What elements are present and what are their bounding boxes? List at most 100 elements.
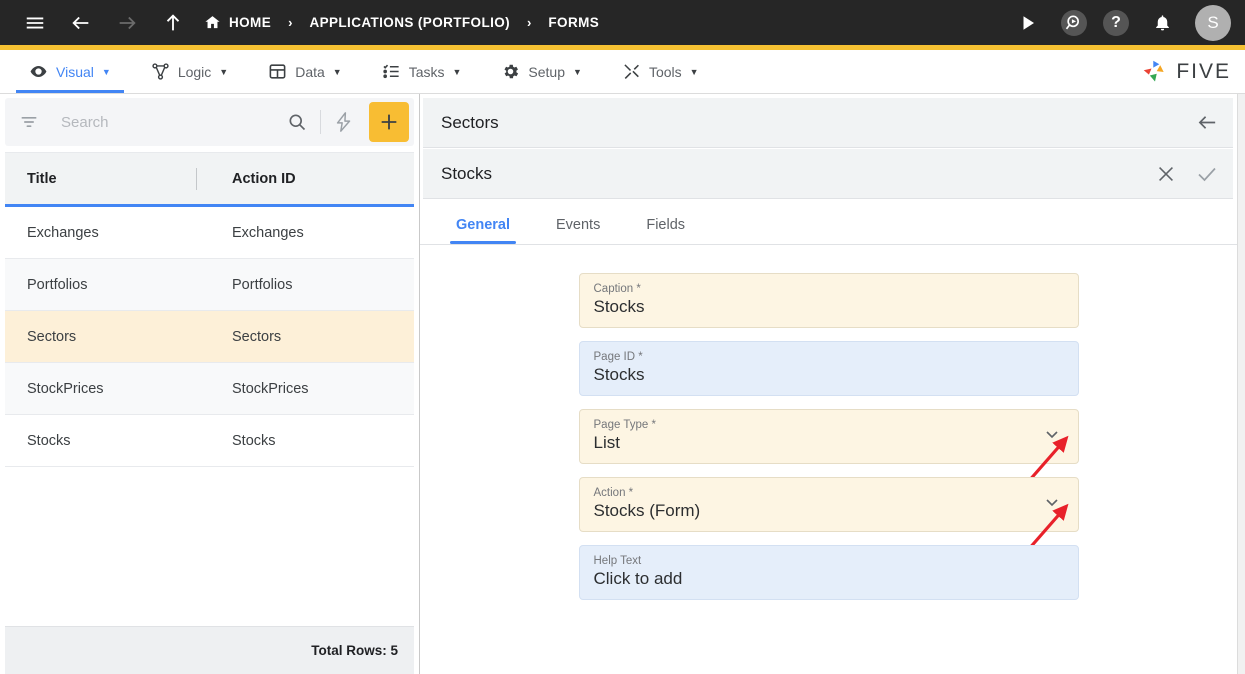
breadcrumb-item-applications[interactable]: APPLICATIONS (PORTFOLIO) bbox=[309, 15, 510, 30]
add-button[interactable] bbox=[369, 102, 409, 142]
breadcrumb-item-home[interactable]: HOME bbox=[204, 14, 271, 31]
form-field-caption[interactable]: Caption * Stocks bbox=[578, 273, 1079, 328]
top-navigation-bar: HOME › APPLICATIONS (PORTFOLIO) › FORMS … bbox=[0, 0, 1245, 45]
panel-header-actions bbox=[1196, 111, 1219, 134]
cell-action-id: Sectors bbox=[232, 328, 282, 345]
field-value: Click to add bbox=[593, 569, 683, 588]
general-form: Caption * Stocks Page ID * Stocks Page Type … bbox=[420, 245, 1237, 674]
nodes-icon bbox=[151, 62, 170, 81]
tab-fields[interactable]: Fields bbox=[640, 217, 691, 244]
records-table: Title Action ID Exchanges Exchanges Portfo… bbox=[5, 152, 414, 674]
column-header-title[interactable]: Title bbox=[5, 171, 210, 187]
field-label: Action * bbox=[593, 487, 634, 499]
detail-tabs: General Events Fields bbox=[420, 199, 1237, 245]
menu-item-visual[interactable]: Visual ▼ bbox=[16, 50, 124, 93]
tab-events[interactable]: Events bbox=[550, 217, 606, 244]
home-icon bbox=[204, 14, 221, 31]
breadcrumb-item-forms[interactable]: FORMS bbox=[548, 15, 599, 30]
chevron-down-icon[interactable] bbox=[1042, 492, 1062, 517]
form-field-pagetype[interactable]: Page Type * List bbox=[578, 409, 1079, 484]
cell-action-id: Portfolios bbox=[232, 276, 293, 293]
breadcrumb-label-applications: APPLICATIONS (PORTFOLIO) bbox=[309, 15, 511, 30]
checklist-icon bbox=[382, 62, 401, 81]
search-play-icon[interactable] bbox=[1061, 9, 1087, 36]
bell-icon[interactable] bbox=[1145, 6, 1179, 40]
back-arrow-icon-panel[interactable] bbox=[1196, 111, 1219, 134]
menu-item-setup[interactable]: Setup ▼ bbox=[488, 50, 595, 93]
forward-arrow-icon[interactable] bbox=[110, 6, 144, 40]
menu-item-logic[interactable]: Logic ▼ bbox=[138, 50, 241, 93]
eye-icon bbox=[29, 62, 48, 81]
menu-label-setup: Setup bbox=[528, 63, 566, 80]
chevron-down-icon-logic: ▼ bbox=[219, 66, 229, 77]
cell-action-id: StockPrices bbox=[232, 380, 309, 397]
table-row[interactable]: Portfolios Portfolios bbox=[5, 259, 414, 311]
record-header-actions bbox=[1155, 162, 1219, 186]
chevron-down-icon-setup: ▼ bbox=[573, 66, 582, 77]
tab-general[interactable]: General bbox=[450, 217, 516, 244]
vertical-scrollbar[interactable] bbox=[1237, 94, 1245, 674]
five-logo: FIVE bbox=[1141, 50, 1245, 93]
chevron-down-icon-data: ▼ bbox=[332, 66, 342, 77]
panel-parent-title: Sectors bbox=[441, 112, 499, 132]
hamburger-menu-icon[interactable] bbox=[18, 6, 52, 40]
up-arrow-icon[interactable] bbox=[156, 6, 190, 40]
field-value: Stocks (Form) bbox=[593, 501, 701, 520]
five-logo-mark bbox=[1144, 60, 1164, 82]
search-icon[interactable] bbox=[278, 112, 316, 132]
form-field-action[interactable]: Action * Stocks (Form) bbox=[578, 477, 1079, 552]
field-value: List bbox=[593, 433, 620, 452]
breadcrumb: HOME › APPLICATIONS (PORTFOLIO) › FORMS bbox=[204, 14, 599, 31]
cell-title: Exchanges bbox=[27, 224, 99, 241]
filter-icon[interactable] bbox=[19, 112, 39, 132]
table-body: Exchanges Exchanges Portfolios Portfolios Se… bbox=[5, 207, 414, 626]
menu-item-tasks[interactable]: Tasks ▼ bbox=[369, 50, 475, 93]
menu-item-tools[interactable]: Tools ▼ bbox=[609, 50, 712, 93]
application-menu-bar: Visual ▼ Logic ▼ Data ▼ Tasks ▼ Setup ▼ … bbox=[0, 50, 1245, 94]
menu-label-logic: Logic bbox=[177, 63, 212, 80]
main-content: Title Action ID Exchanges Exchanges Portfo… bbox=[0, 94, 1245, 674]
search-input[interactable] bbox=[61, 113, 278, 131]
breadcrumb-separator-2: › bbox=[527, 15, 532, 30]
cell-title: Stocks bbox=[27, 432, 71, 449]
avatar[interactable]: S bbox=[1195, 4, 1231, 41]
tools-icon bbox=[622, 62, 641, 81]
cell-title: StockPrices bbox=[27, 380, 104, 397]
cell-title: Portfolios bbox=[27, 276, 88, 293]
form-field-pageid[interactable]: Page ID * Stocks bbox=[578, 341, 1079, 396]
avatar-initial: S bbox=[1207, 12, 1219, 32]
table-row[interactable]: Sectors Sectors bbox=[5, 311, 414, 363]
field-label: Page Type * bbox=[593, 419, 656, 431]
table-footer: Total Rows: 5 bbox=[5, 626, 414, 674]
topbar-actions: ? S bbox=[1011, 4, 1231, 41]
play-icon[interactable] bbox=[1011, 6, 1045, 40]
menu-item-data[interactable]: Data ▼ bbox=[255, 50, 355, 93]
chevron-down-icon-tasks: ▼ bbox=[452, 66, 462, 77]
checkmark-icon[interactable] bbox=[1195, 162, 1219, 186]
field-label: Help Text bbox=[593, 555, 642, 567]
column-header-action-id[interactable]: Action ID bbox=[210, 171, 414, 187]
total-rows-label: Total Rows: 5 bbox=[311, 643, 398, 658]
back-arrow-icon[interactable] bbox=[64, 6, 98, 40]
lightning-bolt-icon[interactable] bbox=[325, 111, 363, 133]
breadcrumb-label-home: HOME bbox=[229, 15, 272, 30]
toolbar-divider bbox=[320, 110, 321, 134]
table-row[interactable]: Stocks Stocks bbox=[5, 415, 414, 467]
breadcrumb-label-forms: FORMS bbox=[548, 15, 600, 30]
chevron-down-icon[interactable] bbox=[1042, 424, 1062, 449]
record-title: Stocks bbox=[441, 163, 493, 183]
table-row[interactable]: Exchanges Exchanges bbox=[5, 207, 414, 259]
menu-label-tasks: Tasks bbox=[408, 63, 445, 80]
field-value: Stocks bbox=[593, 297, 645, 316]
close-x-icon[interactable] bbox=[1155, 163, 1177, 185]
form-field-helptext[interactable]: Help Text Click to add bbox=[578, 545, 1079, 600]
search-toolbar bbox=[5, 98, 414, 146]
help-glyph: ? bbox=[1111, 13, 1121, 31]
field-label: Caption * bbox=[593, 283, 641, 295]
five-logo-text: FIVE bbox=[1176, 59, 1231, 83]
grid-icon bbox=[268, 62, 287, 81]
chevron-down-icon: ▼ bbox=[101, 66, 111, 77]
table-row[interactable]: StockPrices StockPrices bbox=[5, 363, 414, 415]
chevron-down-icon-tools: ▼ bbox=[689, 66, 699, 77]
help-icon[interactable]: ? bbox=[1103, 9, 1129, 36]
